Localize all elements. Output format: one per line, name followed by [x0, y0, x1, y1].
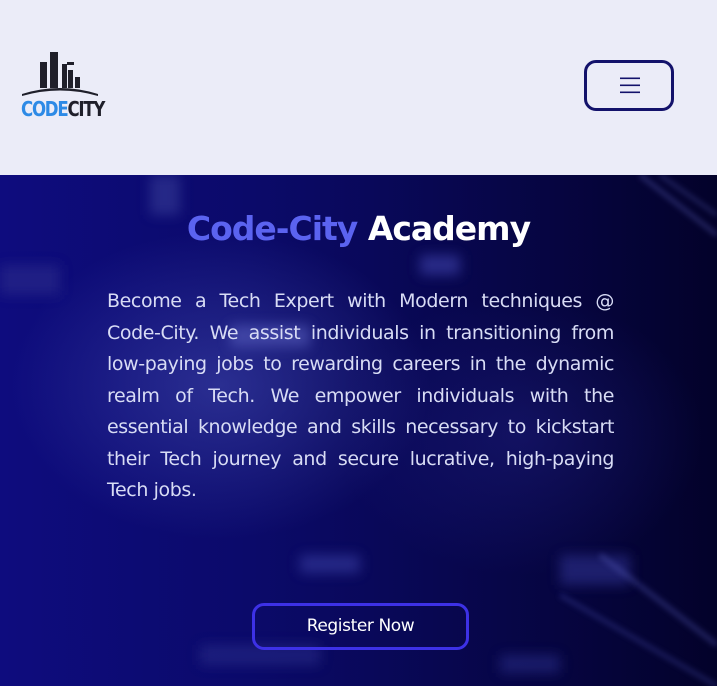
- logo-text-code: CODE: [21, 97, 69, 121]
- menu-toggle-button[interactable]: [584, 60, 674, 111]
- logo-wordmark: CODECITY: [21, 97, 105, 121]
- page: CODECITY Code-City Academy Become a Tech…: [0, 0, 717, 686]
- hero-title-main: Academy: [367, 209, 531, 248]
- codecity-logo[interactable]: CODECITY: [20, 50, 105, 122]
- hero-title-accent: Code-City: [186, 209, 358, 248]
- hero-title: Code-City Academy: [0, 207, 717, 251]
- register-now-button[interactable]: Register Now: [252, 603, 469, 650]
- header: CODECITY: [0, 0, 717, 175]
- city-skyline-icon: [22, 52, 98, 96]
- logo-text-city: CITY: [67, 97, 105, 121]
- hamburger-menu-icon: [620, 77, 640, 94]
- hero-description: Become a Tech Expert with Modern techniq…: [107, 290, 614, 501]
- hero-section: Code-City Academy Become a Tech Expert w…: [0, 175, 717, 686]
